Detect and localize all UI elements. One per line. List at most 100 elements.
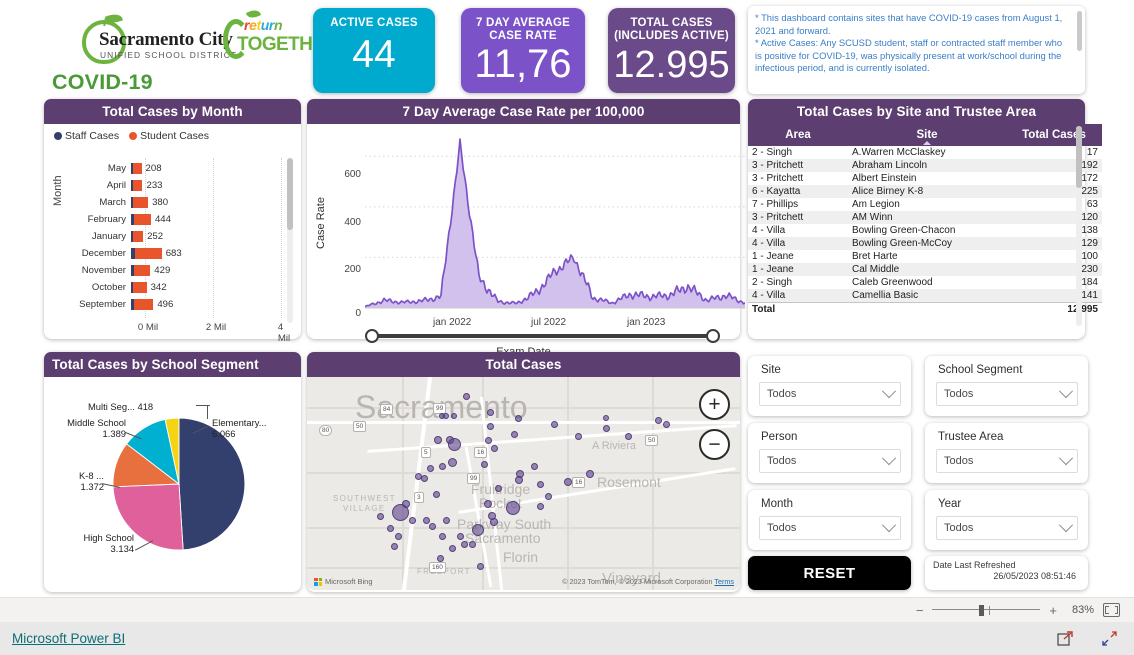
column-header-total-cases[interactable]: Total Cases	[1006, 124, 1102, 146]
map-bubble[interactable]	[451, 413, 457, 419]
map-bubble[interactable]	[447, 437, 461, 451]
map-bubble[interactable]	[394, 532, 402, 540]
map-bubble[interactable]	[486, 422, 494, 430]
map-zoom-out-button[interactable]: −	[699, 429, 730, 460]
map-bubble[interactable]	[574, 432, 582, 440]
dashboard-notes[interactable]: * This dashboard contains sites that hav…	[748, 6, 1085, 94]
column-header-site[interactable]: Site	[848, 124, 1006, 146]
map-canvas[interactable]: Sacramento Fruitridge Pocket Parkway Sou…	[307, 377, 740, 590]
kpi-total-cases[interactable]: TOTAL CASES (INCLUDES ACTIVE) 12.995	[608, 8, 735, 93]
table-row[interactable]: 1 - Jeane Cal Middle 230	[748, 263, 1102, 276]
map-bubble[interactable]	[506, 501, 520, 515]
map-bubble[interactable]	[514, 414, 522, 422]
table-row[interactable]: 2 - Singh Caleb Greenwood 184	[748, 276, 1102, 289]
map-bubble[interactable]	[422, 516, 430, 524]
slicer-school-segment-dropdown[interactable]: Todos	[936, 382, 1078, 406]
map-bubble[interactable]	[654, 416, 662, 424]
table-row[interactable]: 3 - Pritchett Albert Einstein 172	[748, 172, 1102, 185]
map-bubble[interactable]	[434, 436, 442, 444]
slicer-year-dropdown[interactable]: Todos	[936, 516, 1078, 540]
legend-item-student[interactable]: Student Cases	[129, 130, 209, 142]
map-bubble[interactable]	[586, 470, 594, 478]
map-bubble[interactable]	[468, 540, 476, 548]
map-bubble[interactable]	[428, 522, 436, 530]
kpi-active-cases[interactable]: ACTIVE CASES 44	[313, 8, 435, 93]
bar-chart-row[interactable]: April 233	[68, 177, 293, 194]
table-row[interactable]: 4 - Villa Bowling Green-McCoy 129	[748, 237, 1102, 250]
map-bubble[interactable]	[460, 540, 468, 548]
date-range-slider[interactable]	[365, 329, 720, 343]
map-bubble[interactable]	[530, 462, 538, 470]
zoom-out-button[interactable]: −	[916, 604, 924, 617]
map-bubble[interactable]	[447, 457, 457, 467]
table-row[interactable]: 3 - Pritchett AM Winn 120	[748, 211, 1102, 224]
map-bubble[interactable]	[436, 554, 444, 562]
zoom-slider-thumb[interactable]	[979, 605, 985, 616]
map-bubble[interactable]	[480, 460, 488, 468]
map-bubble[interactable]	[442, 516, 450, 524]
map-bubble[interactable]	[376, 512, 384, 520]
map-bubble[interactable]	[536, 480, 544, 488]
map-bubble[interactable]	[438, 462, 446, 470]
bar-chart-row[interactable]: January 252	[68, 228, 293, 245]
fullscreen-icon[interactable]	[1101, 630, 1118, 647]
bar-chart-row[interactable]: September 496	[68, 296, 293, 313]
map-bubble[interactable]	[494, 484, 502, 492]
table-row[interactable]: 3 - Pritchett Abraham Lincoln 192	[748, 159, 1102, 172]
bar-chart-row[interactable]: March 380	[68, 194, 293, 211]
zoom-slider[interactable]	[932, 605, 1041, 616]
map-bubble[interactable]	[472, 524, 484, 536]
map-bubble[interactable]	[490, 444, 498, 452]
power-bi-link[interactable]: Microsoft Power BI	[12, 631, 125, 646]
map-bubble[interactable]	[490, 518, 498, 526]
map-terms-link[interactable]: Terms	[714, 577, 734, 586]
map-bubble[interactable]	[486, 408, 494, 416]
map-bubble[interactable]	[443, 413, 449, 419]
map-bubble[interactable]	[515, 476, 523, 484]
slicer-school-segment[interactable]: School Segment Todos	[925, 356, 1088, 416]
map-bubble[interactable]	[432, 490, 440, 498]
map-bubble[interactable]	[624, 432, 632, 440]
map-bubble[interactable]	[426, 464, 434, 472]
map-bubble[interactable]	[602, 424, 610, 432]
table-scrollbar[interactable]	[1076, 126, 1082, 326]
table-row[interactable]: 4 - Villa Camellia Basic 141	[748, 289, 1102, 303]
map-bubble[interactable]	[386, 524, 394, 532]
bar-chart-scrollbar[interactable]	[287, 158, 293, 323]
map-bubble[interactable]	[662, 420, 670, 428]
kpi-case-rate[interactable]: 7 DAY AVERAGE CASE RATE 11,76	[461, 8, 585, 93]
table-row[interactable]: 7 - Phillips Am Legion 63	[748, 198, 1102, 211]
map-bubble[interactable]	[420, 474, 428, 482]
map-bubble[interactable]	[448, 544, 456, 552]
slider-handle-left[interactable]	[365, 329, 379, 343]
slicer-person[interactable]: Person Todos	[748, 423, 911, 483]
map-bubble[interactable]	[438, 532, 446, 540]
reset-button[interactable]: RESET	[748, 556, 911, 590]
map-bubble[interactable]	[484, 500, 492, 508]
table-row[interactable]: 1 - Jeane Bret Harte 100	[748, 250, 1102, 263]
table-row[interactable]: 2 - Singh A.Warren McClaskey 17	[748, 146, 1102, 159]
map-bubble[interactable]	[462, 392, 470, 400]
map-bubble[interactable]	[564, 478, 572, 486]
slicer-site-dropdown[interactable]: Todos	[759, 382, 901, 406]
map-bubble[interactable]	[536, 502, 544, 510]
map-bubble[interactable]	[391, 503, 409, 521]
bar-chart-row[interactable]: December 683	[68, 245, 293, 262]
slicer-person-dropdown[interactable]: Todos	[759, 449, 901, 473]
map-bubble[interactable]	[408, 516, 416, 524]
share-icon[interactable]	[1057, 630, 1074, 647]
slider-handle-right[interactable]	[706, 329, 720, 343]
map-bubble[interactable]	[510, 430, 518, 438]
slicer-site[interactable]: Site Todos	[748, 356, 911, 416]
bar-chart-row[interactable]: October 342	[68, 279, 293, 296]
slicer-month[interactable]: Month Todos	[748, 490, 911, 550]
slicer-trustee-area[interactable]: Trustee Area Todos	[925, 423, 1088, 483]
bar-chart-row[interactable]: May 208	[68, 160, 293, 177]
table-row[interactable]: 6 - Kayatta Alice Birney K-8 225	[748, 185, 1102, 198]
slicer-trustee-area-dropdown[interactable]: Todos	[936, 449, 1078, 473]
map-bubble[interactable]	[456, 532, 464, 540]
map-bubble[interactable]	[484, 436, 492, 444]
map-bubble[interactable]	[544, 492, 552, 500]
slicer-month-dropdown[interactable]: Todos	[759, 516, 901, 540]
map-bubble[interactable]	[603, 415, 609, 421]
